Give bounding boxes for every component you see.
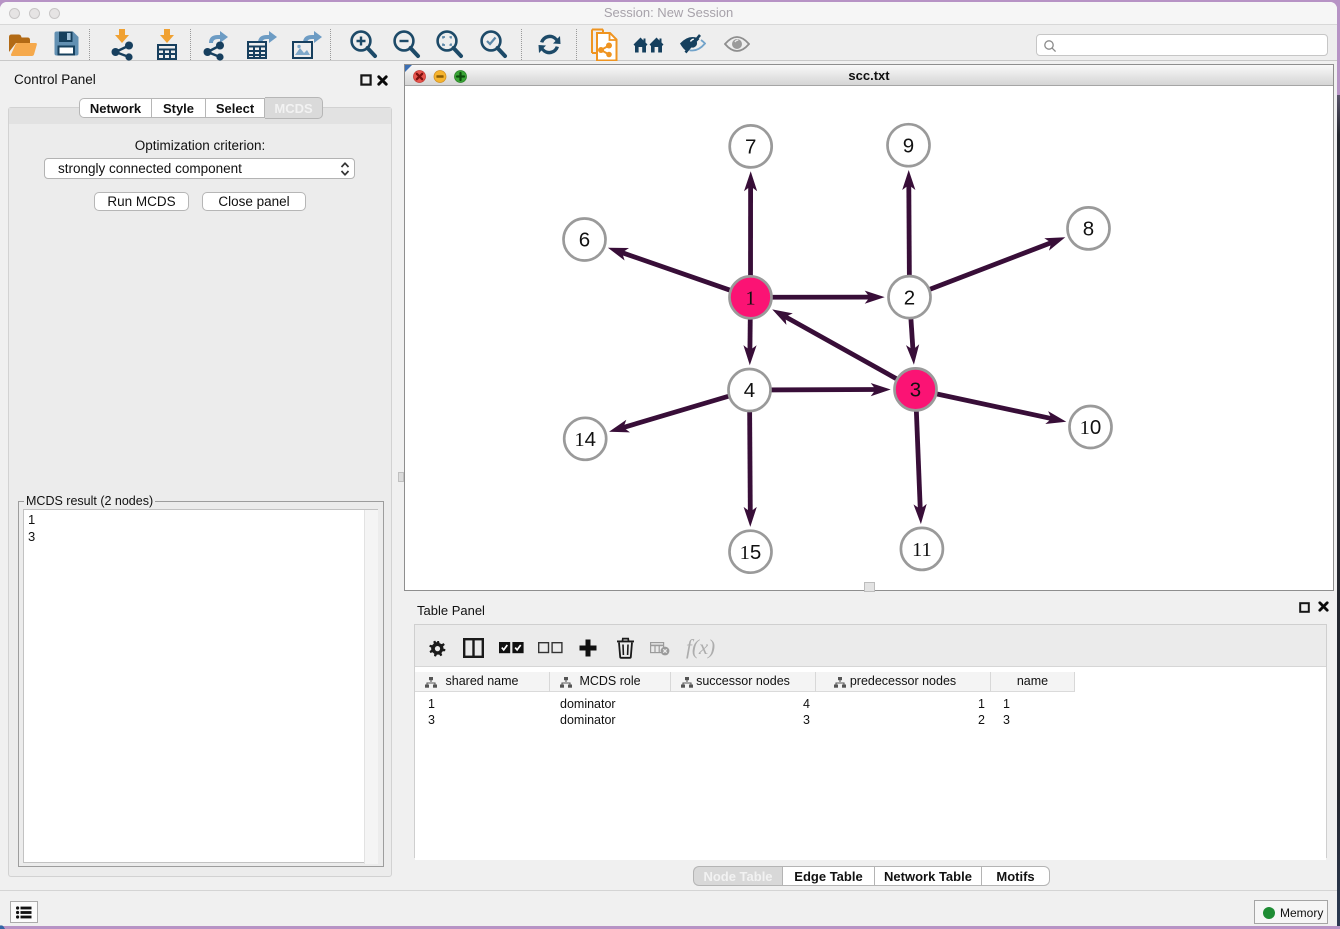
svg-text:7: 7 bbox=[745, 136, 756, 159]
svg-text:3: 3 bbox=[910, 379, 921, 402]
svg-text:10: 10 bbox=[1080, 416, 1102, 439]
svg-text:2: 2 bbox=[904, 286, 915, 309]
svg-text:11: 11 bbox=[912, 539, 932, 561]
svg-text:9: 9 bbox=[903, 134, 914, 157]
svg-text:8: 8 bbox=[1083, 218, 1094, 241]
svg-text:14: 14 bbox=[574, 428, 596, 451]
svg-text:1: 1 bbox=[745, 288, 755, 310]
svg-text:6: 6 bbox=[579, 229, 590, 252]
svg-text:15: 15 bbox=[740, 541, 762, 564]
svg-text:4: 4 bbox=[744, 379, 755, 402]
